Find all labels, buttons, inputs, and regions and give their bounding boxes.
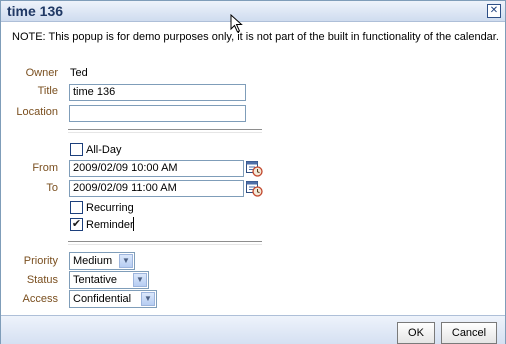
owner-label: Owner [25, 67, 58, 79]
to-label: To [46, 182, 58, 194]
access-value: Confidential [73, 293, 132, 305]
dialog-footer: OK Cancel [1, 315, 505, 344]
access-select[interactable]: Confidential ▼ [69, 290, 157, 308]
cancel-button[interactable]: Cancel [441, 322, 497, 344]
close-icon: ✕ [489, 5, 499, 16]
event-popup-dialog: time 136 ✕ NOTE: This popup is for demo … [0, 0, 506, 344]
access-label: Access [22, 293, 58, 305]
demo-note: NOTE: This popup is for demo purposes on… [12, 31, 499, 43]
location-label: Location [16, 106, 58, 118]
close-button[interactable]: ✕ [487, 4, 501, 18]
calendar-clock-icon[interactable] [245, 179, 263, 197]
title-input[interactable] [69, 84, 246, 101]
priority-value: Medium [73, 255, 113, 267]
status-label: Status [26, 274, 58, 286]
to-datetime-input[interactable] [69, 180, 244, 197]
title-label: Title [37, 85, 58, 97]
chevron-down-icon: ▼ [141, 292, 155, 306]
reminder-checkbox[interactable]: ✔ [70, 218, 83, 231]
dialog-title: time 136 [7, 3, 64, 19]
checkmark-icon: ✔ [71, 218, 82, 230]
calendar-clock-icon[interactable] [245, 159, 263, 177]
dialog-titlebar: time 136 ✕ [1, 1, 505, 22]
from-datetime-input[interactable] [69, 160, 244, 177]
text-caret [133, 217, 134, 231]
ok-button[interactable]: OK [397, 322, 435, 344]
recurring-label: Recurring [86, 202, 134, 214]
allday-checkbox[interactable] [70, 143, 83, 156]
reminder-label: Reminder [86, 219, 134, 231]
priority-select[interactable]: Medium ▼ [69, 252, 135, 270]
recurring-checkbox[interactable] [70, 201, 83, 214]
chevron-down-icon: ▼ [119, 254, 133, 268]
from-label: From [32, 162, 58, 174]
allday-label: All-Day [86, 144, 122, 156]
separator-bottom [68, 241, 262, 245]
location-input[interactable] [69, 105, 246, 122]
chevron-down-icon: ▼ [133, 273, 147, 287]
owner-value: Ted [70, 67, 88, 79]
status-select[interactable]: Tentative ▼ [69, 271, 149, 289]
separator-top [68, 129, 262, 133]
priority-label: Priority [23, 255, 58, 267]
status-value: Tentative [73, 274, 118, 286]
